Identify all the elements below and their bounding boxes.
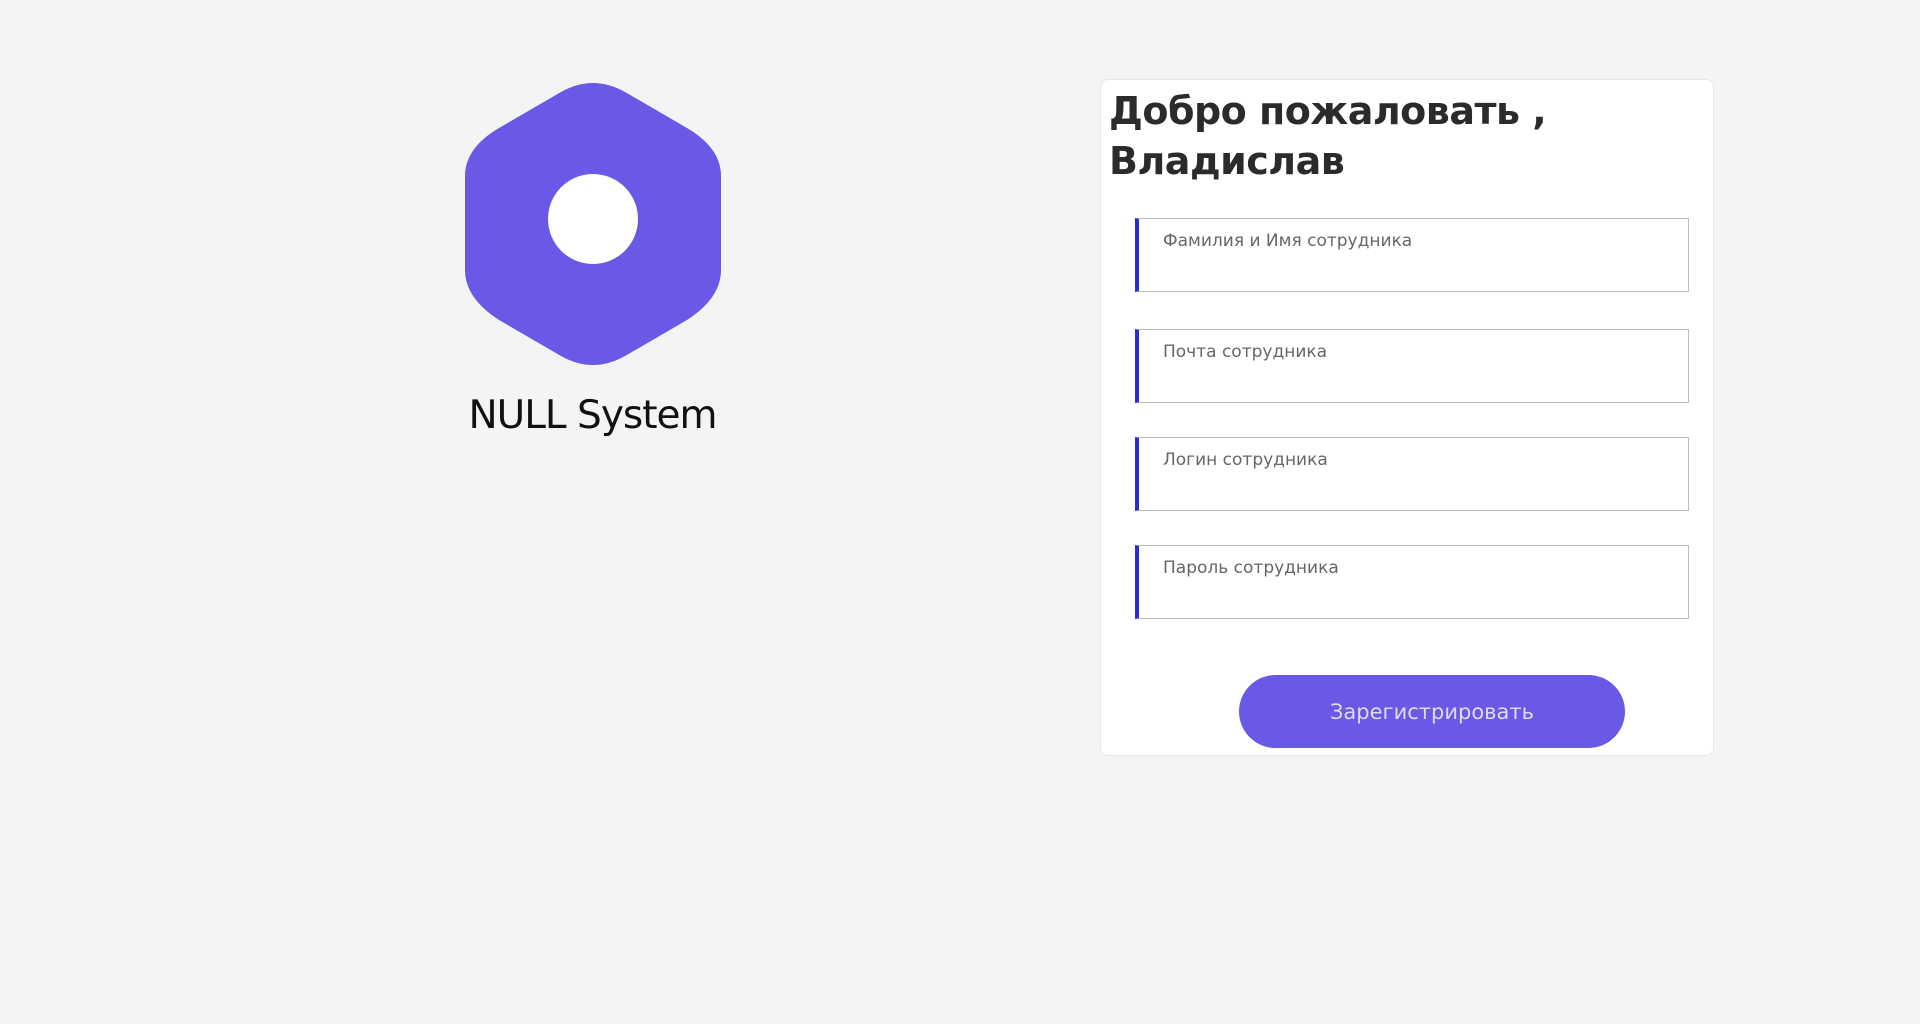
brand-name: NULL System: [468, 393, 717, 438]
password-input[interactable]: [1159, 586, 1678, 614]
welcome-title-line2: Владислав: [1109, 139, 1345, 183]
password-label: Пароль сотрудника: [1163, 558, 1339, 578]
email-field[interactable]: Почта сотрудника: [1135, 329, 1689, 403]
registration-page: NULL System Добро пожаловать , Владислав…: [0, 0, 1920, 1024]
welcome-title-line1: Добро пожаловать ,: [1109, 89, 1547, 133]
login-input[interactable]: [1159, 478, 1678, 506]
brand-block: NULL System: [440, 80, 745, 460]
full-name-field[interactable]: Фамилия и Имя сотрудника: [1135, 218, 1689, 292]
password-field[interactable]: Пароль сотрудника: [1135, 545, 1689, 619]
login-label: Логин сотрудника: [1163, 450, 1328, 470]
welcome-title: Добро пожаловать , Владислав: [1109, 86, 1547, 186]
hexagon-logo-icon: [465, 83, 721, 365]
register-button[interactable]: Зарегистрировать: [1239, 675, 1625, 748]
email-input[interactable]: [1159, 370, 1678, 398]
email-label: Почта сотрудника: [1163, 342, 1328, 362]
full-name-label: Фамилия и Имя сотрудника: [1163, 231, 1413, 251]
full-name-input[interactable]: [1159, 259, 1678, 287]
login-field[interactable]: Логин сотрудника: [1135, 437, 1689, 511]
registration-card: Добро пожаловать , Владислав Фамилия и И…: [1100, 79, 1714, 756]
